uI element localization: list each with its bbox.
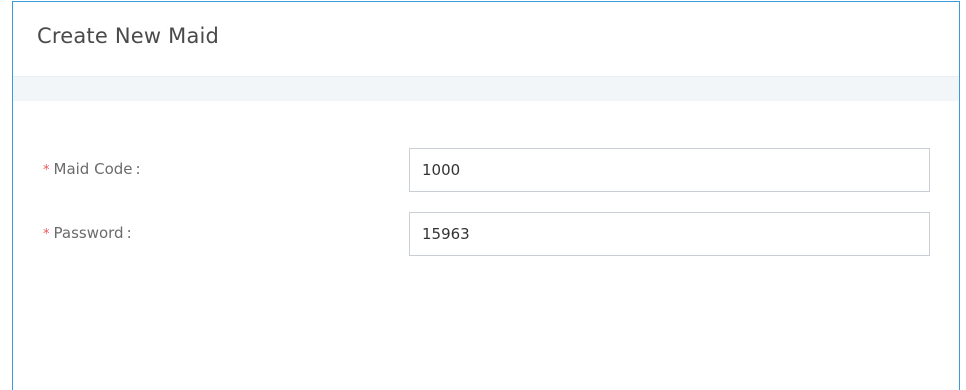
page: Create New Maid *Maid Code: *Password: (0, 0, 966, 390)
maid-code-label-text: Maid Code (53, 160, 133, 178)
label-colon: : (135, 160, 141, 178)
required-mark: * (43, 163, 50, 178)
label-colon: : (126, 224, 132, 242)
password-row: * Password: (13, 212, 959, 256)
password-input[interactable] (409, 212, 930, 256)
header-divider-band (13, 77, 959, 101)
dialog-title: Create New Maid (37, 24, 220, 48)
maid-code-row: * Maid Code: (13, 148, 959, 192)
dialog-header: Create New Maid (13, 2, 959, 77)
password-label: * Password: (43, 224, 132, 242)
password-label-text: Password (53, 224, 124, 242)
maid-code-input[interactable] (409, 148, 930, 192)
maid-code-label: * Maid Code: (43, 160, 141, 178)
required-mark: * (43, 227, 50, 242)
create-maid-dialog: Create New Maid *Maid Code: *Password: (12, 1, 960, 390)
